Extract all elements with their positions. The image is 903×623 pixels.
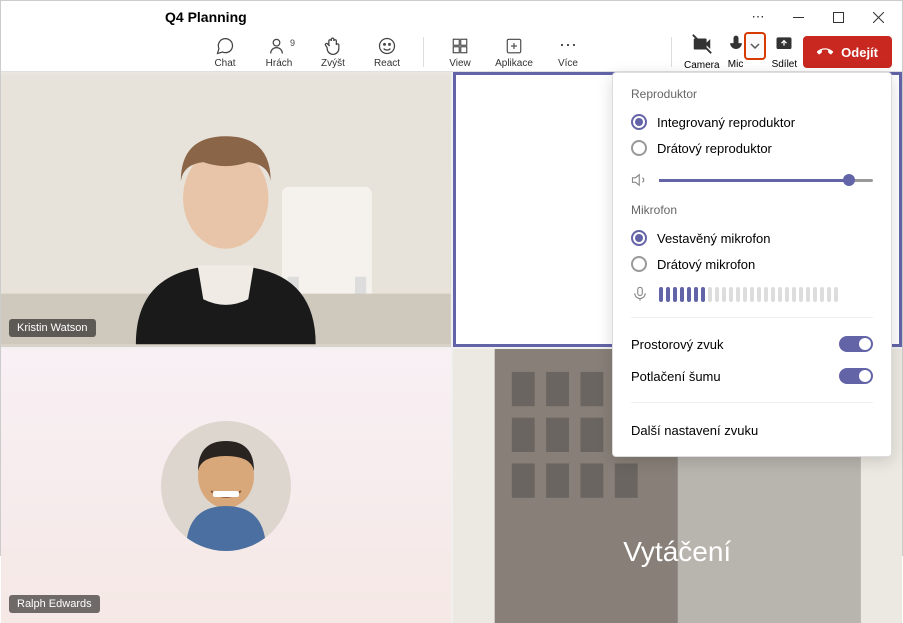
more-options-icon[interactable]: ⋯ [738,1,778,33]
view-label: View [449,58,471,69]
meeting-title: Q4 Planning [165,9,247,25]
leave-button[interactable]: Odejít [803,36,892,68]
option-label: Drátový mikrofon [657,257,755,272]
slider-thumb[interactable] [843,174,855,186]
volume-slider-row [631,171,873,189]
emoji-icon [377,36,397,56]
apps-button[interactable]: Aplikace [490,36,538,69]
grid-icon [451,36,469,56]
toggle-label: Prostorový zvuk [631,337,723,352]
spatial-audio-toggle[interactable] [839,336,873,352]
avatar [161,421,291,551]
volume-slider[interactable] [659,179,873,182]
plus-square-icon [505,36,523,56]
mic-label: Mic [728,59,744,70]
chat-button[interactable]: Chat [201,36,249,69]
people-button[interactable]: 9 Hrách [255,36,303,69]
title-bar: Q4 Planning ⋯ [1,1,902,33]
speaker-icon [631,171,649,189]
divider [631,317,873,318]
people-count: 9 [290,38,295,48]
more-label: Více [558,58,578,69]
option-label: Integrovaný reproduktor [657,115,795,130]
camera-off-icon [691,33,713,58]
mic-icon [726,34,746,57]
mic-option-builtin[interactable]: Vestavěný mikrofon [631,225,873,251]
video-grid: Kristin Watson Wade Warren Ralph Edwards [1,72,902,623]
share-screen-icon [774,34,794,57]
mic-level-meter [659,287,873,302]
audio-settings-panel: Reproduktor Integrovaný reproduktor Drát… [612,72,892,457]
radio-icon [631,256,647,272]
react-button[interactable]: React [363,36,411,69]
radio-checked-icon [631,114,647,130]
option-label: Drátový reproduktor [657,141,772,156]
camera-label: Camera [684,60,720,71]
minimize-button[interactable] [778,1,818,33]
maximize-button[interactable] [818,1,858,33]
camera-button[interactable]: Camera [684,33,720,71]
leave-label: Odejít [841,45,878,60]
mic-options-dropdown[interactable] [744,32,766,60]
speaker-heading: Reproduktor [631,87,873,101]
divider [423,37,424,67]
ellipsis-icon: ⋯ [559,36,577,56]
share-label: Sdílet [772,59,798,70]
mic-option-wired[interactable]: Drátový mikrofon [631,251,873,277]
close-button[interactable] [858,1,898,33]
radio-icon [631,140,647,156]
speaker-option-builtin[interactable]: Integrovaný reproduktor [631,109,873,135]
hand-icon [323,36,343,56]
participant-name: Ralph Edwards [9,595,100,613]
mic-button[interactable]: Mic [726,34,746,70]
view-button[interactable]: View [436,36,484,69]
mic-small-icon [631,285,649,303]
spatial-audio-toggle-row: Prostorový zvuk [631,328,873,360]
share-button[interactable]: Sdílet [772,34,798,70]
meeting-toolbar: Chat 9 Hrách Zvýšt React View Aplikace ⋯… [1,33,902,72]
toggle-label: Potlačení šumu [631,369,721,384]
more-button[interactable]: ⋯ Více [544,36,592,69]
chat-label: Chat [214,58,235,69]
dialing-status: Vytáčení [623,536,731,568]
option-label: Vestavěný mikrofon [657,231,770,246]
speaker-option-wired[interactable]: Drátový reproduktor [631,135,873,161]
participant-tile[interactable]: Ralph Edwards [1,349,451,623]
noise-suppression-toggle-row: Potlačení šumu [631,360,873,392]
participant-video [1,72,451,347]
hangup-icon [817,44,833,60]
apps-label: Aplikace [495,58,533,69]
mic-heading: Mikrofon [631,203,873,217]
radio-checked-icon [631,230,647,246]
divider [671,37,672,67]
people-label: Hrách [266,58,293,69]
divider [631,402,873,403]
participant-tile[interactable]: Kristin Watson [1,72,451,347]
react-label: React [374,58,400,69]
chevron-down-icon [750,41,760,51]
participant-name: Kristin Watson [9,319,96,337]
mic-level-row [631,285,873,303]
more-audio-settings-link[interactable]: Další nastavení zvuku [631,413,873,442]
noise-suppression-toggle[interactable] [839,368,873,384]
raise-hand-button[interactable]: Zvýšt [309,36,357,69]
chat-icon [215,36,235,56]
people-icon: 9 [269,36,289,56]
raise-label: Zvýšt [321,58,345,69]
